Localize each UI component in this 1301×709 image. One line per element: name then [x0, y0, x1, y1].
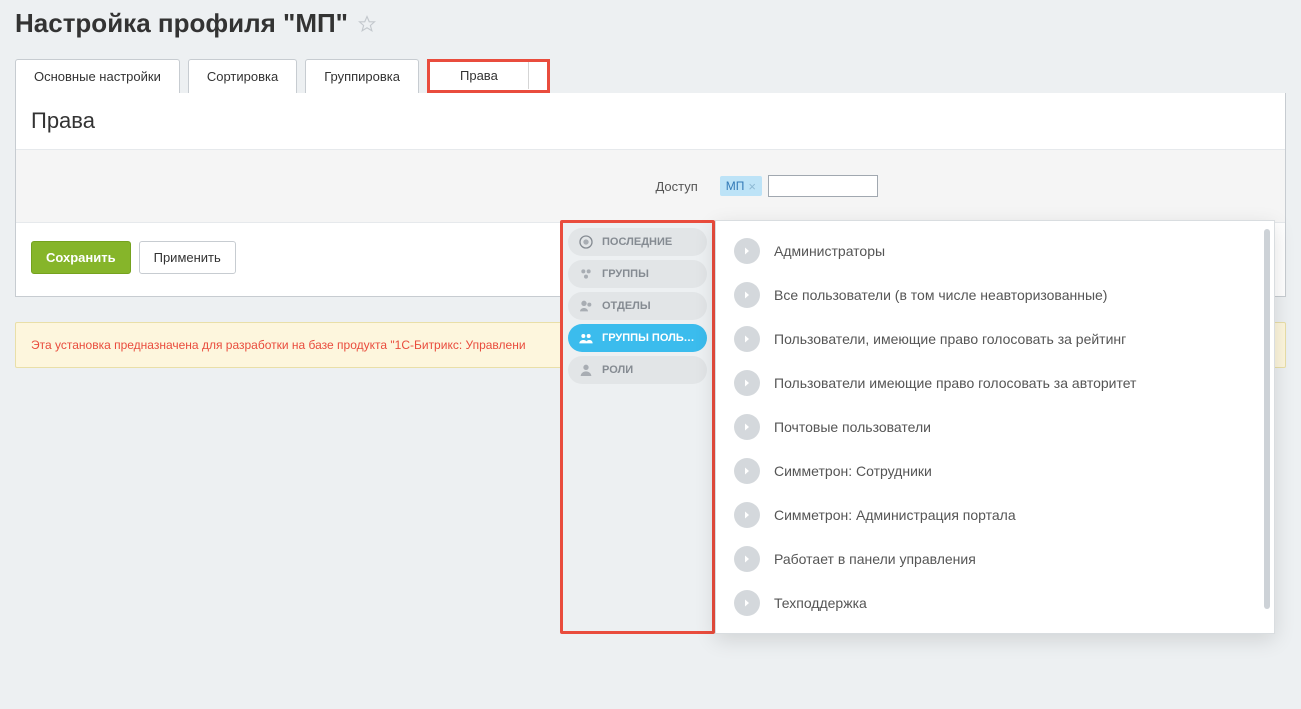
category-label: ОТДЕЛЫ — [602, 300, 651, 312]
arrow-right-icon — [734, 458, 760, 484]
category-label: РОЛИ — [602, 364, 633, 376]
tab-grouping[interactable]: Группировка — [305, 59, 419, 93]
tabs: Основные настройки Сортировка Группировк… — [0, 59, 1301, 93]
section-title: Права — [16, 108, 1285, 149]
category-label: ГРУППЫ ПОЛЬЗ... — [602, 332, 700, 344]
access-row: Доступ МП × — [16, 149, 1285, 223]
category-usergroups[interactable]: ГРУППЫ ПОЛЬЗ... — [568, 324, 707, 352]
recent-icon — [578, 234, 594, 250]
tab-rights[interactable]: Права — [427, 59, 550, 93]
result-label: Работает в панели управления — [774, 551, 976, 567]
category-label: ГРУППЫ — [602, 268, 649, 280]
category-label: ПОСЛЕДНИЕ — [602, 236, 672, 248]
page-title-row: Настройка профиля "МП" — [0, 0, 1301, 59]
access-label: Доступ — [655, 179, 707, 194]
arrow-right-icon — [734, 546, 760, 572]
arrow-right-icon — [734, 590, 760, 616]
access-input[interactable] — [768, 175, 878, 197]
result-label: Симметрон: Сотрудники — [774, 463, 932, 479]
result-item[interactable]: Техподдержка — [716, 581, 1274, 625]
result-item[interactable]: Симметрон: Администрация портала — [716, 493, 1274, 537]
access-popup: ПОСЛЕДНИЕ ГРУППЫ ОТДЕЛЫ ГРУППЫ ПОЛЬЗ... … — [560, 220, 1275, 634]
category-roles[interactable]: РОЛИ — [568, 356, 707, 384]
roles-icon — [578, 362, 594, 378]
category-groups[interactable]: ГРУППЫ — [568, 260, 707, 288]
result-item[interactable]: Пользователи, имеющие право голосовать з… — [716, 317, 1274, 361]
star-icon[interactable] — [358, 15, 376, 33]
save-button[interactable]: Сохранить — [31, 241, 131, 274]
apply-button[interactable]: Применить — [139, 241, 236, 274]
result-label: Пользователи имеющие право голосовать за… — [774, 375, 1136, 391]
result-item[interactable]: Пользователи имеющие право голосовать за… — [716, 361, 1274, 405]
category-departments[interactable]: ОТДЕЛЫ — [568, 292, 707, 320]
result-label: Администраторы — [774, 243, 885, 259]
tab-rights-label: Права — [430, 62, 529, 89]
result-label: Техподдержка — [774, 595, 867, 611]
departments-icon — [578, 298, 594, 314]
arrow-right-icon — [734, 326, 760, 352]
results-panel[interactable]: Администраторы Все пользователи (в том ч… — [715, 220, 1275, 634]
usergroups-icon — [578, 330, 594, 346]
arrow-right-icon — [734, 370, 760, 396]
tab-main-settings[interactable]: Основные настройки — [15, 59, 180, 93]
result-label: Все пользователи (в том числе неавторизо… — [774, 287, 1107, 303]
arrow-right-icon — [734, 502, 760, 528]
result-label: Симметрон: Администрация портала — [774, 507, 1016, 523]
chip-text: МП — [726, 179, 745, 193]
result-label: Пользователи, имеющие право голосовать з… — [774, 331, 1126, 347]
access-chip[interactable]: МП × — [720, 176, 762, 196]
result-item[interactable]: Работает в панели управления — [716, 537, 1274, 581]
chip-close-icon[interactable]: × — [748, 180, 756, 193]
tab-sorting[interactable]: Сортировка — [188, 59, 297, 93]
result-item[interactable]: Все пользователи (в том числе неавторизо… — [716, 273, 1274, 317]
result-item[interactable]: Почтовые пользователи — [716, 405, 1274, 449]
scrollbar[interactable] — [1264, 229, 1270, 609]
page-title: Настройка профиля "МП" — [15, 8, 348, 39]
arrow-right-icon — [734, 238, 760, 264]
result-label: Почтовые пользователи — [774, 419, 931, 435]
arrow-right-icon — [734, 414, 760, 440]
category-recent[interactable]: ПОСЛЕДНИЕ — [568, 228, 707, 256]
groups-icon — [578, 266, 594, 282]
arrow-right-icon — [734, 282, 760, 308]
result-item[interactable]: Администраторы — [716, 229, 1274, 273]
chip-container: МП × — [720, 175, 878, 197]
category-panel: ПОСЛЕДНИЕ ГРУППЫ ОТДЕЛЫ ГРУППЫ ПОЛЬЗ... … — [560, 220, 715, 634]
result-item[interactable]: Симметрон: Сотрудники — [716, 449, 1274, 493]
